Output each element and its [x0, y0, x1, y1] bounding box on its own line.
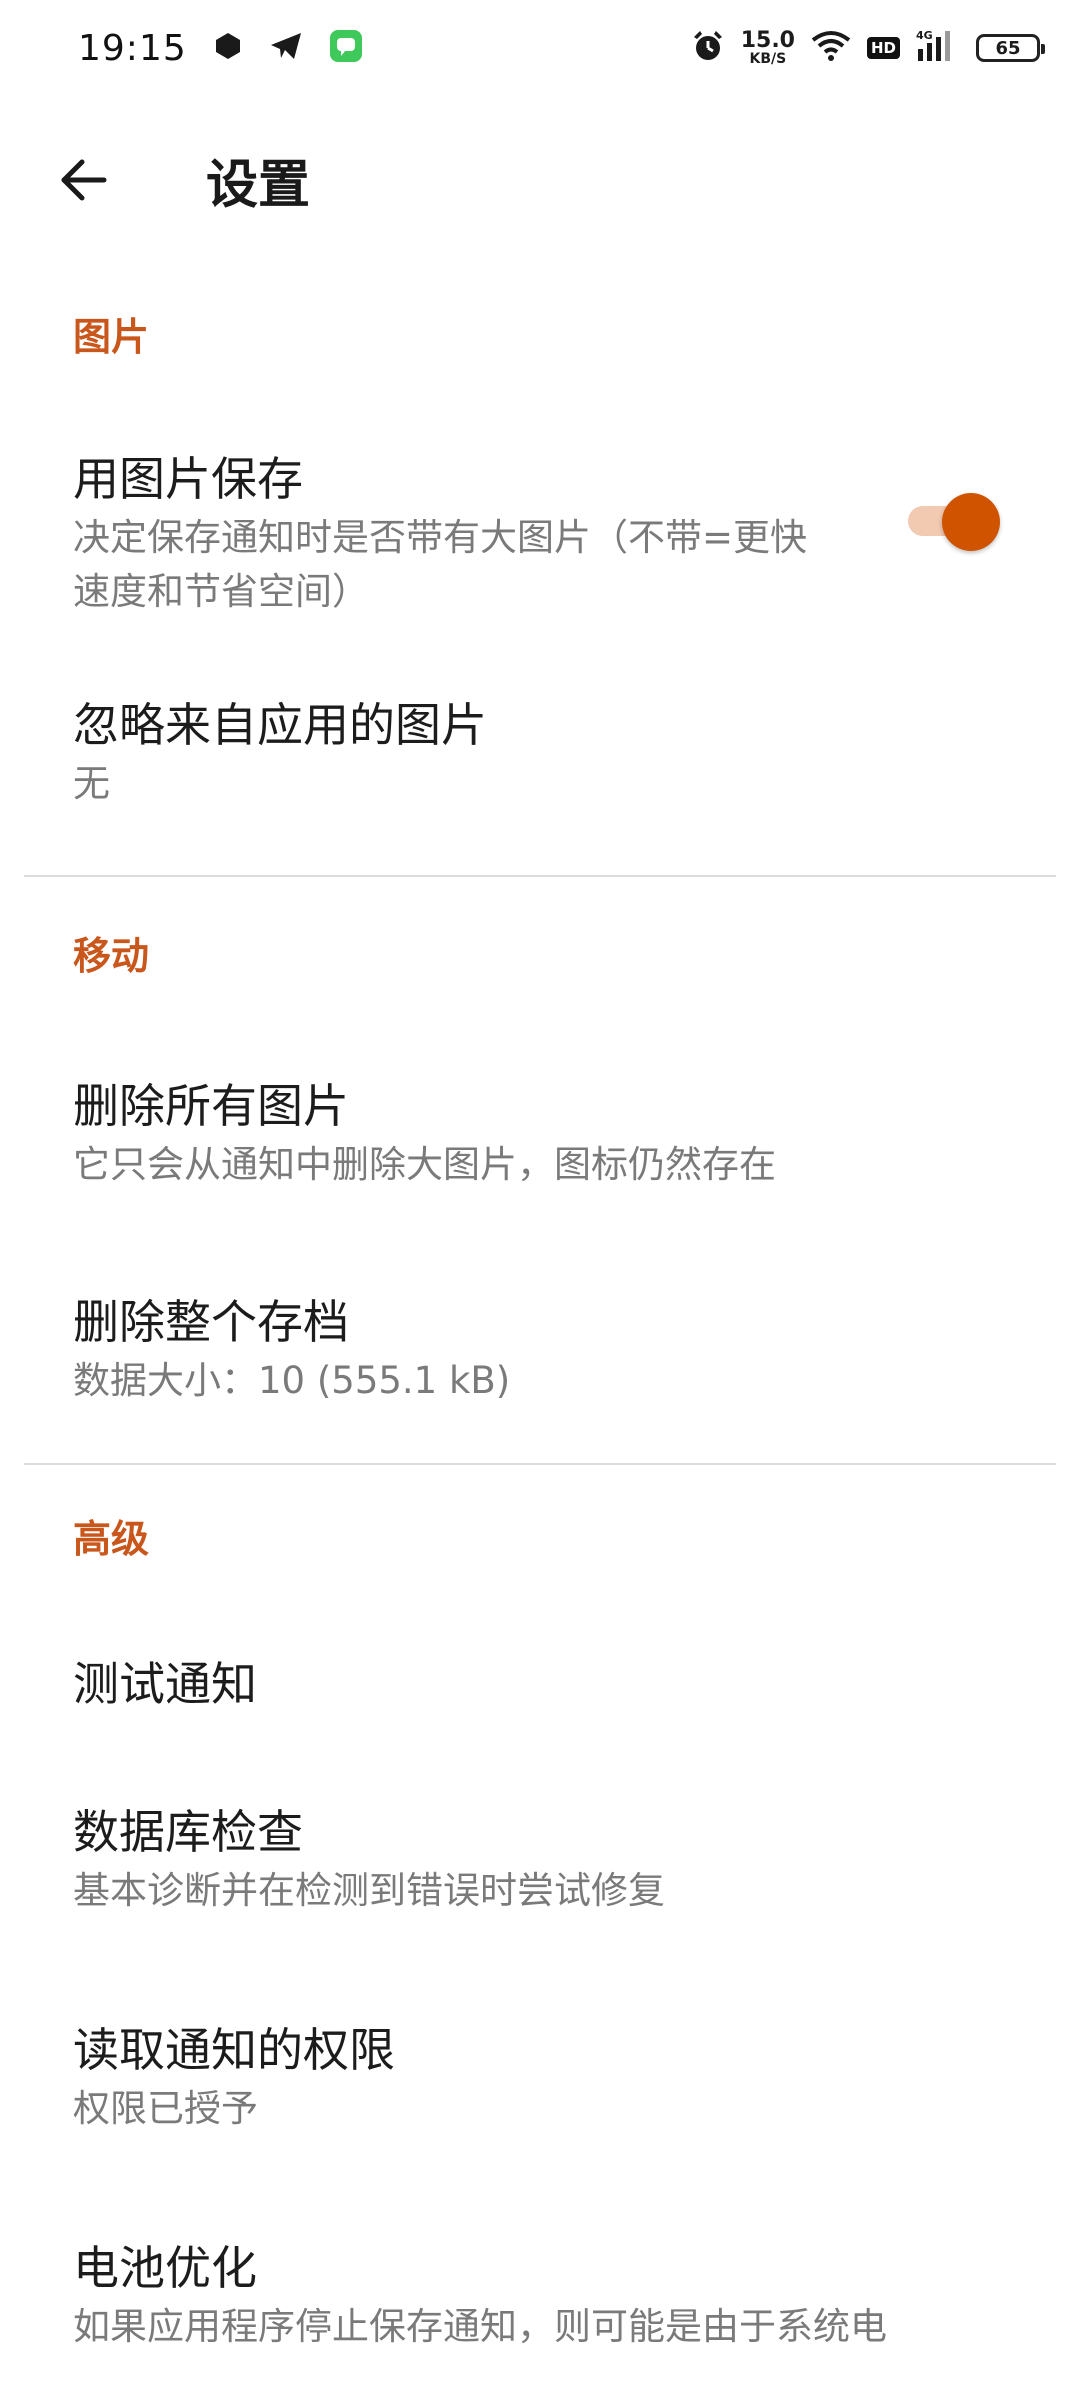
arrow-left-icon	[61, 159, 107, 201]
pref-title: 忽略来自应用的图片	[73, 698, 487, 752]
category-move: 移动	[73, 933, 150, 978]
pref-summary: 权限已授予	[73, 2087, 258, 2131]
pref-title: 测试通知	[73, 1657, 257, 1712]
status-bar-left: 19:15	[78, 28, 363, 69]
status-bar: 19:15 15.0 KB/S HD 4G 65	[0, 0, 1080, 96]
wifi-icon	[811, 30, 851, 66]
toggle-thumb	[942, 493, 1000, 551]
signal-icon: 4G	[916, 29, 960, 67]
pref-summary: 决定保存通知时是否带有大图片（不带=更快速度和节省空间）	[73, 516, 808, 613]
pref-summary: 如果应用程序停止保存通知，则可能是由于系统电	[73, 2305, 887, 2349]
pref-title: 读取通知的权限	[73, 2023, 395, 2077]
pref-save-with-images[interactable]: 用图片保存 决定保存通知时是否带有大图片（不带=更快速度和节省空间）	[0, 402, 1080, 638]
hexagon-app-icon	[213, 31, 243, 65]
hd-icon: HD	[866, 37, 900, 59]
status-time: 19:15	[78, 27, 187, 69]
pref-title: 删除整个存档	[73, 1295, 349, 1349]
pref-notification-permission[interactable]: 读取通知的权限 权限已授予	[0, 1983, 1080, 2201]
telegram-icon	[269, 31, 303, 65]
pref-summary: 基本诊断并在检测到错误时尝试修复	[73, 1869, 665, 1913]
status-bar-right: 15.0 KB/S HD 4G 65	[691, 28, 1045, 67]
pref-battery-optimization[interactable]: 电池优化 如果应用程序停止保存通知，则可能是由于系统电	[0, 2201, 1080, 2400]
net-speed-value: 15.0	[740, 28, 795, 53]
battery-level: 65	[995, 37, 1021, 59]
app-toolbar: 设置	[0, 96, 1080, 264]
back-button[interactable]	[48, 144, 120, 216]
pref-test-notification[interactable]: 测试通知	[0, 1605, 1080, 1765]
battery-icon: 65	[976, 34, 1045, 62]
page-title: 设置	[206, 155, 311, 216]
pref-database-check[interactable]: 数据库检查 基本诊断并在检测到错误时尝试修复	[0, 1765, 1080, 1983]
pref-title: 电池优化	[73, 2241, 257, 2295]
pref-delete-archive[interactable]: 删除整个存档 数据大小：10 (555.1 kB)	[0, 1243, 1080, 1463]
net-speed: 15.0 KB/S	[740, 28, 795, 67]
pref-title: 数据库检查	[73, 1805, 303, 1859]
pref-title: 用图片保存	[73, 452, 303, 506]
settings-screen: 19:15 15.0 KB/S HD 4G 65 设置 图片 用图片保存 决定保…	[0, 0, 1080, 2400]
pref-summary: 它只会从通知中删除大图片，图标仍然存在	[73, 1143, 776, 1187]
pref-summary: 数据大小：10 (555.1 kB)	[73, 1359, 511, 1403]
svg-text:4G: 4G	[916, 29, 933, 42]
pref-summary: 无	[73, 762, 110, 806]
settings-list: 图片 用图片保存 决定保存通知时是否带有大图片（不带=更快速度和节省空间） 忽略…	[0, 264, 1080, 2400]
save-with-images-toggle[interactable]	[902, 493, 1000, 551]
messages-app-icon	[329, 29, 363, 67]
pref-ignore-app-images[interactable]: 忽略来自应用的图片 无	[0, 638, 1080, 875]
net-speed-unit: KB/S	[749, 51, 787, 67]
pref-title: 删除所有图片	[73, 1079, 349, 1133]
category-images: 图片	[73, 314, 150, 359]
alarm-icon	[691, 29, 725, 67]
category-advanced: 高级	[73, 1516, 150, 1561]
pref-delete-all-images[interactable]: 删除所有图片 它只会从通知中删除大图片，图标仍然存在	[0, 1027, 1080, 1243]
